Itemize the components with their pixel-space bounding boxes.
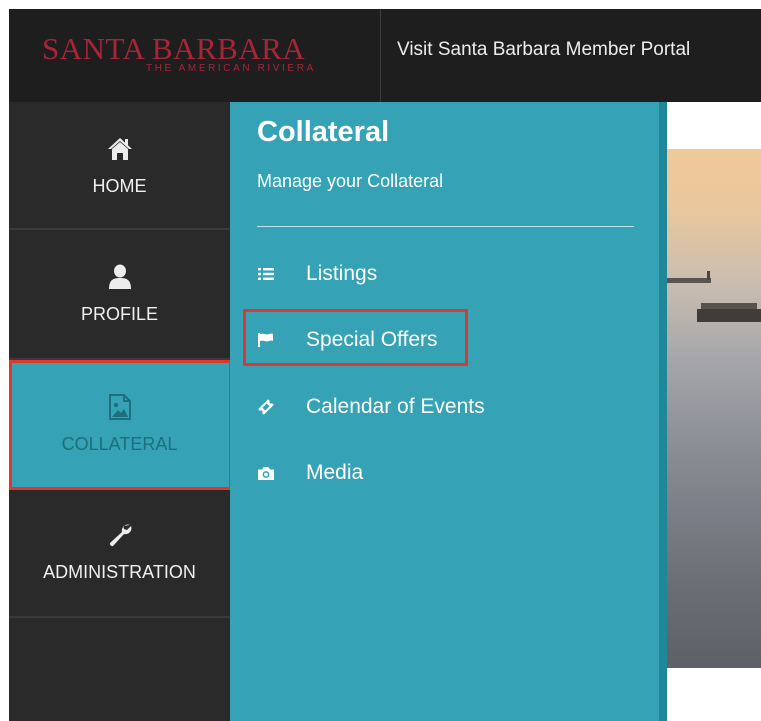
sidebar-item-label: COLLATERAL [61, 434, 178, 454]
sidebar-item-home[interactable]: HOME [9, 102, 230, 230]
collateral-subpanel: Collateral Manage your Collateral Listin… [230, 102, 659, 721]
menu-item-label: Media [306, 461, 364, 484]
logo-wordmark: SANTA BARBARA [42, 31, 306, 66]
top-bar: SANTA BARBARA THE AMERICAN RIVIERA Visit… [9, 9, 761, 102]
list-icon [256, 264, 276, 284]
menu-item-label: Listings [306, 262, 378, 285]
subpanel-title: Collateral [257, 116, 390, 148]
sidebar-item-label: HOME [92, 176, 147, 196]
subpanel-edge [659, 102, 667, 721]
menu-item-label: Calendar of Events [306, 395, 485, 418]
menu-item-special-offers[interactable]: Special Offers [250, 320, 630, 360]
menu-item-calendar-of-events[interactable]: Calendar of Events [250, 387, 630, 427]
sidebar-item-administration[interactable]: ADMINISTRATION [9, 488, 230, 618]
pier [697, 309, 761, 322]
subpanel-divider [257, 226, 634, 227]
ticket-icon [256, 397, 276, 417]
sidebar-item-profile[interactable]: PROFILE [9, 230, 230, 360]
sidebar-item-label: PROFILE [80, 304, 159, 324]
wrench-icon [9, 520, 230, 550]
logo-tagline: THE AMERICAN RIVIERA [146, 63, 316, 74]
user-icon [9, 262, 230, 292]
sidebar-item-collateral[interactable]: COLLATERAL [9, 360, 230, 488]
image-file-icon [9, 392, 230, 422]
jetty [667, 278, 711, 283]
home-icon [9, 134, 230, 164]
portal-title: Visit Santa Barbara Member Portal [397, 39, 691, 60]
menu-item-label: Special Offers [306, 328, 438, 351]
camera-icon [256, 463, 276, 483]
flag-icon [256, 330, 276, 350]
sidebar-item-label: ADMINISTRATION [43, 562, 196, 582]
harbor-photo [667, 149, 761, 668]
santa-barbara-logo[interactable]: SANTA BARBARA THE AMERICAN RIVIERA [9, 9, 380, 102]
menu-item-media[interactable]: Media [250, 453, 630, 493]
menu-item-listings[interactable]: Listings [250, 254, 630, 294]
topbar-divider [380, 9, 381, 102]
jetty-post [707, 271, 710, 280]
main-sidebar: HOME PROFILE COLLATERAL ADMINISTRATION [9, 102, 230, 721]
subpanel-description: Manage your Collateral [257, 171, 444, 191]
